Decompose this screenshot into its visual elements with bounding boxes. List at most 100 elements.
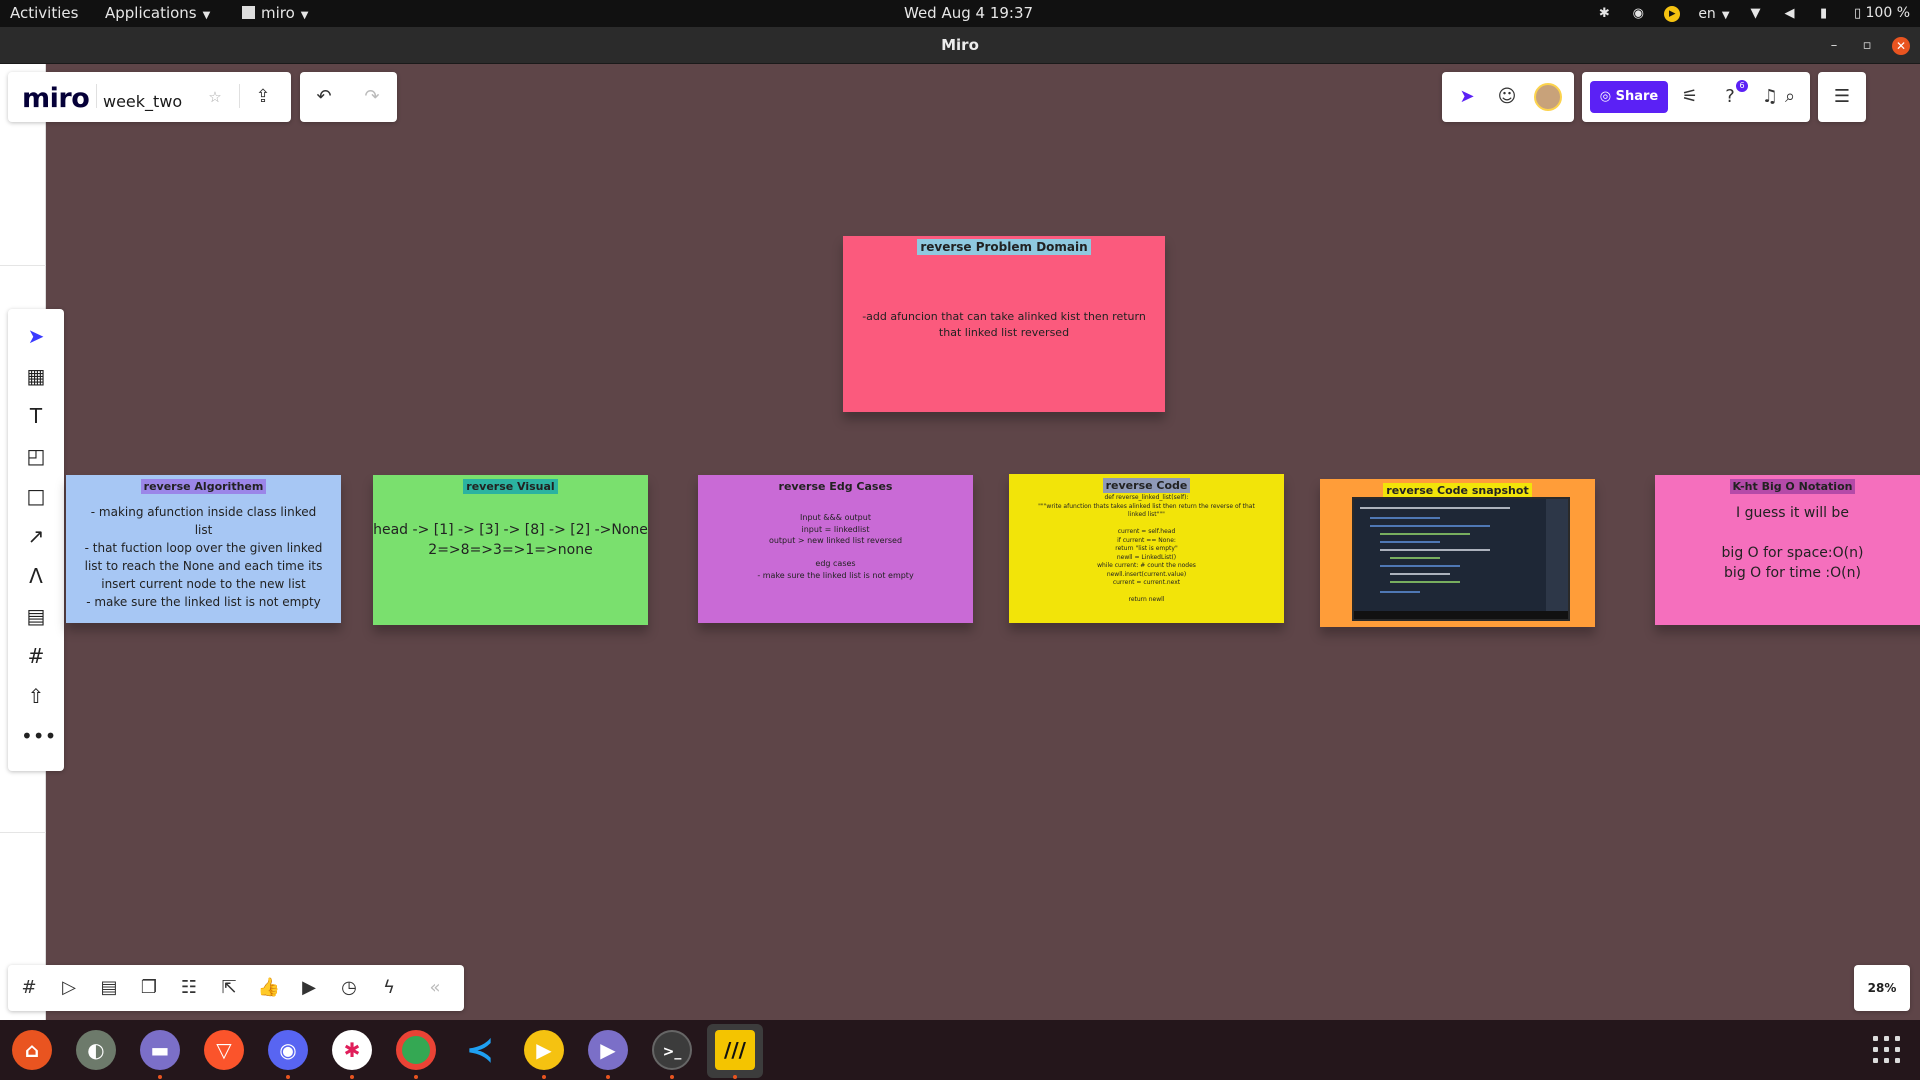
- code-minimap: [1546, 499, 1568, 619]
- code-line: [1390, 573, 1450, 575]
- comments-icon[interactable]: ▤: [94, 973, 124, 1003]
- kanban-icon[interactable]: ☷: [174, 973, 204, 1003]
- discord-tray-icon[interactable]: ◉: [1630, 6, 1646, 22]
- sticky-note[interactable]: reverse Algorithem - making afunction in…: [66, 475, 341, 623]
- battery-label: 100 %: [1865, 5, 1910, 21]
- code-taskbar: [1354, 611, 1568, 619]
- minimize-icon[interactable]: –: [1825, 37, 1843, 55]
- app-menu[interactable]: miro ▼: [242, 4, 309, 25]
- sticky-note[interactable]: reverse Problem Domain -add afuncion tha…: [843, 236, 1165, 412]
- frames-icon[interactable]: #: [14, 973, 44, 1003]
- taskbar-dock: ⌂ ◐ ▬ ▽ ◉ ✱ ≺ ▶ ▶ >_ ///: [0, 1020, 1920, 1080]
- sticky-note[interactable]: reverse Visual head -> [1] -> [3] -> [8]…: [373, 475, 648, 625]
- discord-icon[interactable]: ◉: [268, 1030, 308, 1070]
- board-info-panel: miro week_two ☆ ⇪: [8, 72, 291, 122]
- note-body: head -> [1] -> [3] -> [8] -> [2] ->None …: [373, 522, 648, 558]
- connection-line-icon[interactable]: ↗: [21, 521, 51, 551]
- video-player-icon[interactable]: ▶: [588, 1030, 628, 1070]
- board-canvas[interactable]: miro week_two ☆ ⇪ ↶ ↷ ➤ ☺ ◎ Share ⚟ ? 6 …: [0, 64, 1920, 1020]
- undo-icon[interactable]: ↶: [309, 82, 339, 112]
- miro-icon[interactable]: ///: [715, 1030, 755, 1070]
- miro-small-icon: [242, 6, 255, 19]
- terminal-icon[interactable]: >_: [652, 1030, 692, 1070]
- applications-menu[interactable]: Applications ▼: [105, 4, 210, 25]
- sticky-note[interactable]: reverse Edg Cases Input &&& output input…: [698, 475, 973, 623]
- show-applications-icon[interactable]: [1873, 1036, 1901, 1064]
- miro-logo[interactable]: miro: [22, 83, 90, 114]
- close-icon[interactable]: ✕: [1892, 37, 1910, 55]
- reactions-icon[interactable]: ☺: [1492, 82, 1522, 112]
- chrome-icon[interactable]: [396, 1030, 436, 1070]
- note-header: reverse Visual: [463, 479, 558, 494]
- shape-icon[interactable]: □: [21, 481, 51, 511]
- update-tray-icon[interactable]: ▸: [1664, 5, 1681, 22]
- vscode-icon[interactable]: ≺: [460, 1030, 500, 1070]
- export-icon[interactable]: ⇪: [248, 82, 278, 112]
- text-icon[interactable]: T: [21, 401, 51, 431]
- note-header: reverse Algorithem: [140, 479, 267, 494]
- sticky-note[interactable]: K-ht Big O Notation I guess it will be b…: [1655, 475, 1920, 625]
- maximize-icon[interactable]: ▫: [1858, 37, 1876, 55]
- comment-icon[interactable]: ▤: [21, 601, 51, 631]
- card-icon[interactable]: ❐: [134, 973, 164, 1003]
- media-player-icon[interactable]: ▶: [524, 1030, 564, 1070]
- avatar[interactable]: [1534, 83, 1562, 111]
- divider: [0, 265, 46, 266]
- search-icon[interactable]: ⌕: [1775, 82, 1805, 112]
- collapse-icon[interactable]: «: [420, 973, 450, 1003]
- share-button[interactable]: ◎ Share: [1590, 81, 1668, 113]
- ubuntu-software-icon[interactable]: ⌂: [12, 1030, 52, 1070]
- video-icon[interactable]: ▶: [294, 973, 324, 1003]
- window-title: Miro: [941, 36, 979, 54]
- note-header: reverse Edg Cases: [775, 479, 896, 494]
- slack-tray-icon[interactable]: ✱: [1596, 6, 1612, 22]
- running-indicator: [606, 1075, 610, 1079]
- board-actions-panel: ◎ Share ⚟ ? 6 ♫ ⌕: [1582, 72, 1810, 122]
- sticky-note-icon[interactable]: ◰: [21, 441, 51, 471]
- presentation-icon[interactable]: ▷: [54, 973, 84, 1003]
- toggle-app-icon[interactable]: ◐: [76, 1030, 116, 1070]
- note-body: -add afuncion that can take alinked kist…: [862, 310, 1146, 339]
- redo-icon[interactable]: ↷: [357, 82, 387, 112]
- brave-icon[interactable]: ▽: [204, 1030, 244, 1070]
- pen-icon[interactable]: Ʌ: [21, 561, 51, 591]
- volume-icon[interactable]: ◀: [1782, 6, 1798, 22]
- sticky-note[interactable]: reverse Code def reverse_linked_list(sel…: [1009, 474, 1284, 623]
- slack-icon[interactable]: ✱: [332, 1030, 372, 1070]
- running-indicator: [542, 1075, 546, 1079]
- divider: [96, 84, 97, 108]
- star-icon[interactable]: ☆: [200, 82, 230, 112]
- divider: [239, 84, 240, 108]
- language-indicator[interactable]: en ▼: [1698, 6, 1729, 22]
- chevron-down-icon: ▼: [300, 10, 309, 21]
- code-line: [1380, 565, 1460, 567]
- frame-icon[interactable]: #: [21, 641, 51, 671]
- running-indicator: [350, 1075, 354, 1079]
- apps-icon[interactable]: ϟ: [374, 973, 404, 1003]
- board-name[interactable]: week_two: [103, 92, 182, 111]
- note-header: reverse Code snapshot: [1383, 483, 1532, 498]
- zoom-level[interactable]: 28%: [1854, 965, 1910, 1011]
- select-cursor-icon[interactable]: ➤: [21, 321, 51, 351]
- cursor-filter-icon[interactable]: ➤: [1452, 82, 1482, 112]
- settings-sliders-icon[interactable]: ⚟: [1675, 82, 1705, 112]
- templates-icon[interactable]: ▦: [21, 361, 51, 391]
- notes-list-icon[interactable]: ☰: [1827, 82, 1857, 112]
- chevron-down-icon: ▼: [202, 10, 211, 21]
- files-icon[interactable]: ▬: [140, 1030, 180, 1070]
- upload-icon[interactable]: ⇧: [21, 681, 51, 711]
- timer-icon[interactable]: ◷: [334, 973, 364, 1003]
- share-screen-icon[interactable]: ⇱: [214, 973, 244, 1003]
- battery-indicator[interactable]: ▯ 100 %: [1850, 5, 1910, 22]
- wifi-icon[interactable]: ▼: [1748, 6, 1764, 22]
- code-line: [1380, 533, 1470, 535]
- clock[interactable]: Wed Aug 4 19:37: [904, 4, 1033, 23]
- sticky-note[interactable]: reverse Code snapshot: [1320, 479, 1595, 627]
- activities-button[interactable]: Activities: [10, 4, 78, 23]
- voting-icon[interactable]: 👍: [254, 973, 284, 1003]
- more-icon[interactable]: •••: [21, 721, 56, 751]
- microphone-icon[interactable]: ▮: [1816, 6, 1832, 22]
- note-header: reverse Code: [1102, 478, 1191, 493]
- running-indicator: [733, 1075, 737, 1079]
- window-title-bar: Miro – ▫ ✕: [0, 27, 1920, 64]
